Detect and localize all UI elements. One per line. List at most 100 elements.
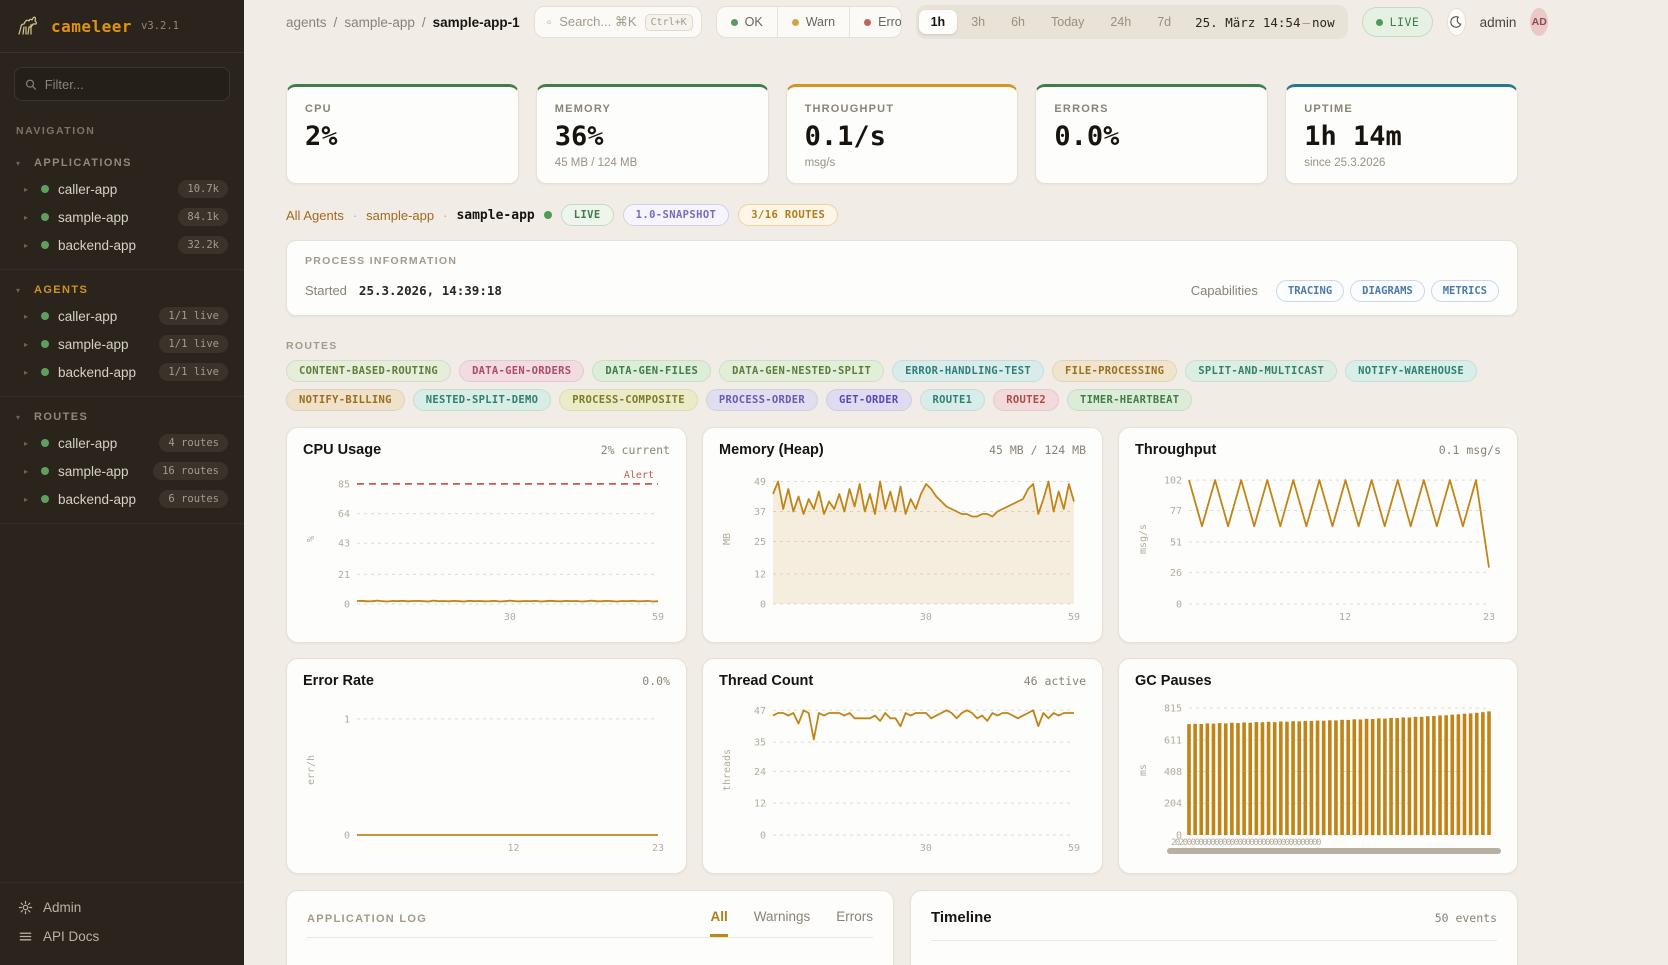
sidebar-section-label: APPLICATIONS	[34, 157, 132, 169]
sidebar-footer: Admin API Docs	[0, 882, 244, 965]
status-filter-ok[interactable]: OK	[717, 7, 778, 37]
breadcrumb-item[interactable]: sample-app	[344, 15, 415, 30]
route-tag-data-gen-files[interactable]: DATA-GEN-FILES	[592, 360, 711, 382]
chart-title: Throughput	[1135, 442, 1216, 458]
sidebar-item-badge: 4 routes	[159, 434, 228, 452]
svg-text:12: 12	[754, 799, 766, 810]
main-column: agents/sample-app/sample-app-1 Search...…	[244, 0, 1668, 965]
chevron-down-icon: ▾	[16, 159, 24, 168]
route-tag-timer-heartbeat[interactable]: TIMER-HEARTBEAT	[1067, 389, 1192, 411]
sidebar-item-caller-app[interactable]: ▸caller-app10.7k	[0, 175, 244, 203]
status-dot-icon	[41, 368, 49, 376]
gc-x-scrollbar[interactable]	[1167, 848, 1501, 854]
sidebar-item-backend-app[interactable]: ▸backend-app32.2k	[0, 231, 244, 259]
svg-text:Alert: Alert	[624, 470, 654, 481]
route-tag-split-and-multicast[interactable]: SPLIT-AND-MULTICAST	[1185, 360, 1337, 382]
process-info-title: PROCESS INFORMATION	[305, 255, 1499, 267]
time-range-24h[interactable]: 24h	[1098, 10, 1143, 34]
footer-item-api-docs[interactable]: API Docs	[8, 922, 236, 951]
breadcrumb-item[interactable]: agents	[286, 15, 327, 30]
sidebar-item-sample-app[interactable]: ▸sample-app1/1 live	[0, 330, 244, 358]
chart-svg: 0122435473059threads	[719, 693, 1086, 855]
status-filter-error[interactable]: Error	[850, 7, 901, 37]
route-tag-process-order[interactable]: PROCESS-ORDER	[706, 389, 818, 411]
status-filter-warn[interactable]: Warn	[778, 7, 850, 37]
status-dot-icon	[41, 185, 49, 193]
time-range-6h[interactable]: 6h	[999, 10, 1037, 34]
live-toggle[interactable]: LIVE	[1362, 7, 1434, 37]
kpi-label: ERRORS	[1054, 103, 1249, 115]
sidebar: cameleer v3.2.1 NAVIGATION ▾APPLICATIONS…	[0, 0, 244, 965]
sidebar-item-sample-app[interactable]: ▸sample-app84.1k	[0, 203, 244, 231]
context-link[interactable]: sample-app	[366, 208, 434, 223]
search-icon	[547, 16, 552, 29]
time-range-7d[interactable]: 7d	[1145, 10, 1183, 34]
sidebar-item-label: sample-app	[58, 464, 144, 479]
gear-icon	[18, 900, 33, 915]
avatar[interactable]: AD	[1530, 8, 1548, 36]
sidebar-item-backend-app[interactable]: ▸backend-app1/1 live	[0, 358, 244, 386]
chart-current-value: 2% current	[601, 443, 670, 457]
dark-mode-toggle[interactable]	[1447, 8, 1465, 36]
global-search[interactable]: Search... ⌘K Ctrl+K	[534, 6, 702, 38]
sidebar-item-sample-app[interactable]: ▸sample-app16 routes	[0, 457, 244, 485]
capability-badge-tracing: TRACING	[1276, 280, 1344, 302]
route-tag-notify-billing[interactable]: NOTIFY-BILLING	[286, 389, 405, 411]
footer-item-label: Admin	[43, 900, 81, 915]
time-display-now[interactable]: now	[1312, 15, 1335, 30]
svg-text:30: 30	[920, 612, 932, 623]
sidebar-item-caller-app[interactable]: ▸caller-app1/1 live	[0, 302, 244, 330]
route-tag-get-order[interactable]: GET-ORDER	[826, 389, 912, 411]
sidebar-section-header-agents[interactable]: ▾AGENTS	[0, 278, 244, 302]
chart-plot: 011223err/h	[303, 693, 670, 855]
svg-text:59: 59	[1068, 612, 1080, 623]
live-dot-icon	[544, 211, 552, 219]
bottom-grid: APPLICATION LOG AllWarningsErrors Timeli…	[286, 890, 1518, 965]
log-tab-errors[interactable]: Errors	[836, 909, 873, 937]
sidebar-item-badge: 1/1 live	[159, 335, 228, 353]
status-filter-label: OK	[745, 15, 763, 29]
sidebar-item-caller-app[interactable]: ▸caller-app4 routes	[0, 429, 244, 457]
chart-card-thread-count: Thread Count46 active0122435473059thread…	[702, 658, 1103, 874]
route-tag-content-based-routing[interactable]: CONTENT-BASED-ROUTING	[286, 360, 451, 382]
sidebar-item-label: caller-app	[58, 436, 150, 451]
context-badge-live: LIVE	[561, 204, 614, 226]
status-dot-icon	[41, 467, 49, 475]
application-log-title: APPLICATION LOG	[307, 913, 427, 937]
time-range-today[interactable]: Today	[1039, 10, 1096, 34]
route-tag-route1[interactable]: ROUTE1	[920, 389, 986, 411]
filter-box[interactable]	[14, 67, 230, 101]
capability-badge-diagrams: DIAGRAMS	[1350, 280, 1425, 302]
route-tag-data-gen-nested-split[interactable]: DATA-GEN-NESTED-SPLIT	[719, 360, 884, 382]
log-tab-all[interactable]: All	[710, 909, 727, 937]
footer-item-admin[interactable]: Admin	[8, 893, 236, 922]
route-tag-route2[interactable]: ROUTE2	[993, 389, 1059, 411]
time-range-1h[interactable]: 1h	[919, 10, 958, 34]
status-dot-icon	[41, 439, 49, 447]
filter-input[interactable]	[45, 77, 219, 92]
chart-current-value: 46 active	[1024, 674, 1086, 688]
live-label: LIVE	[1390, 15, 1420, 29]
route-tag-notify-warehouse[interactable]: NOTIFY-WAREHOUSE	[1345, 360, 1477, 382]
route-tag-file-processing[interactable]: FILE-PROCESSING	[1052, 360, 1177, 382]
svg-text:%: %	[306, 536, 317, 542]
route-tag-process-composite[interactable]: PROCESS-COMPOSITE	[559, 389, 698, 411]
status-filter-group: OKWarnErrorRunning	[716, 6, 902, 38]
logo-row: cameleer v3.2.1	[0, 0, 244, 53]
context-link[interactable]: All Agents	[286, 208, 344, 223]
svg-text:64: 64	[338, 509, 350, 520]
route-tag-nested-split-demo[interactable]: NESTED-SPLIT-DEMO	[413, 389, 552, 411]
sidebar-item-label: caller-app	[58, 182, 169, 197]
route-tag-data-gen-orders[interactable]: DATA-GEN-ORDERS	[459, 360, 584, 382]
chevron-right-icon: ▸	[24, 213, 32, 222]
chart-plot: 0204408611815202000000000000000000000000…	[1135, 693, 1501, 855]
sidebar-item-backend-app[interactable]: ▸backend-app6 routes	[0, 485, 244, 513]
sidebar-section-header-applications[interactable]: ▾ APPLICATIONS	[0, 151, 244, 175]
svg-text:0: 0	[1176, 600, 1182, 611]
sidebar-section-header-routes[interactable]: ▾ROUTES	[0, 405, 244, 429]
time-range-3h[interactable]: 3h	[959, 10, 997, 34]
route-tag-error-handling-test[interactable]: ERROR-HANDLING-TEST	[892, 360, 1044, 382]
log-tab-warnings[interactable]: Warnings	[754, 909, 811, 937]
chart-svg: 0122537493059MB	[719, 462, 1086, 624]
svg-text:59: 59	[652, 612, 664, 623]
